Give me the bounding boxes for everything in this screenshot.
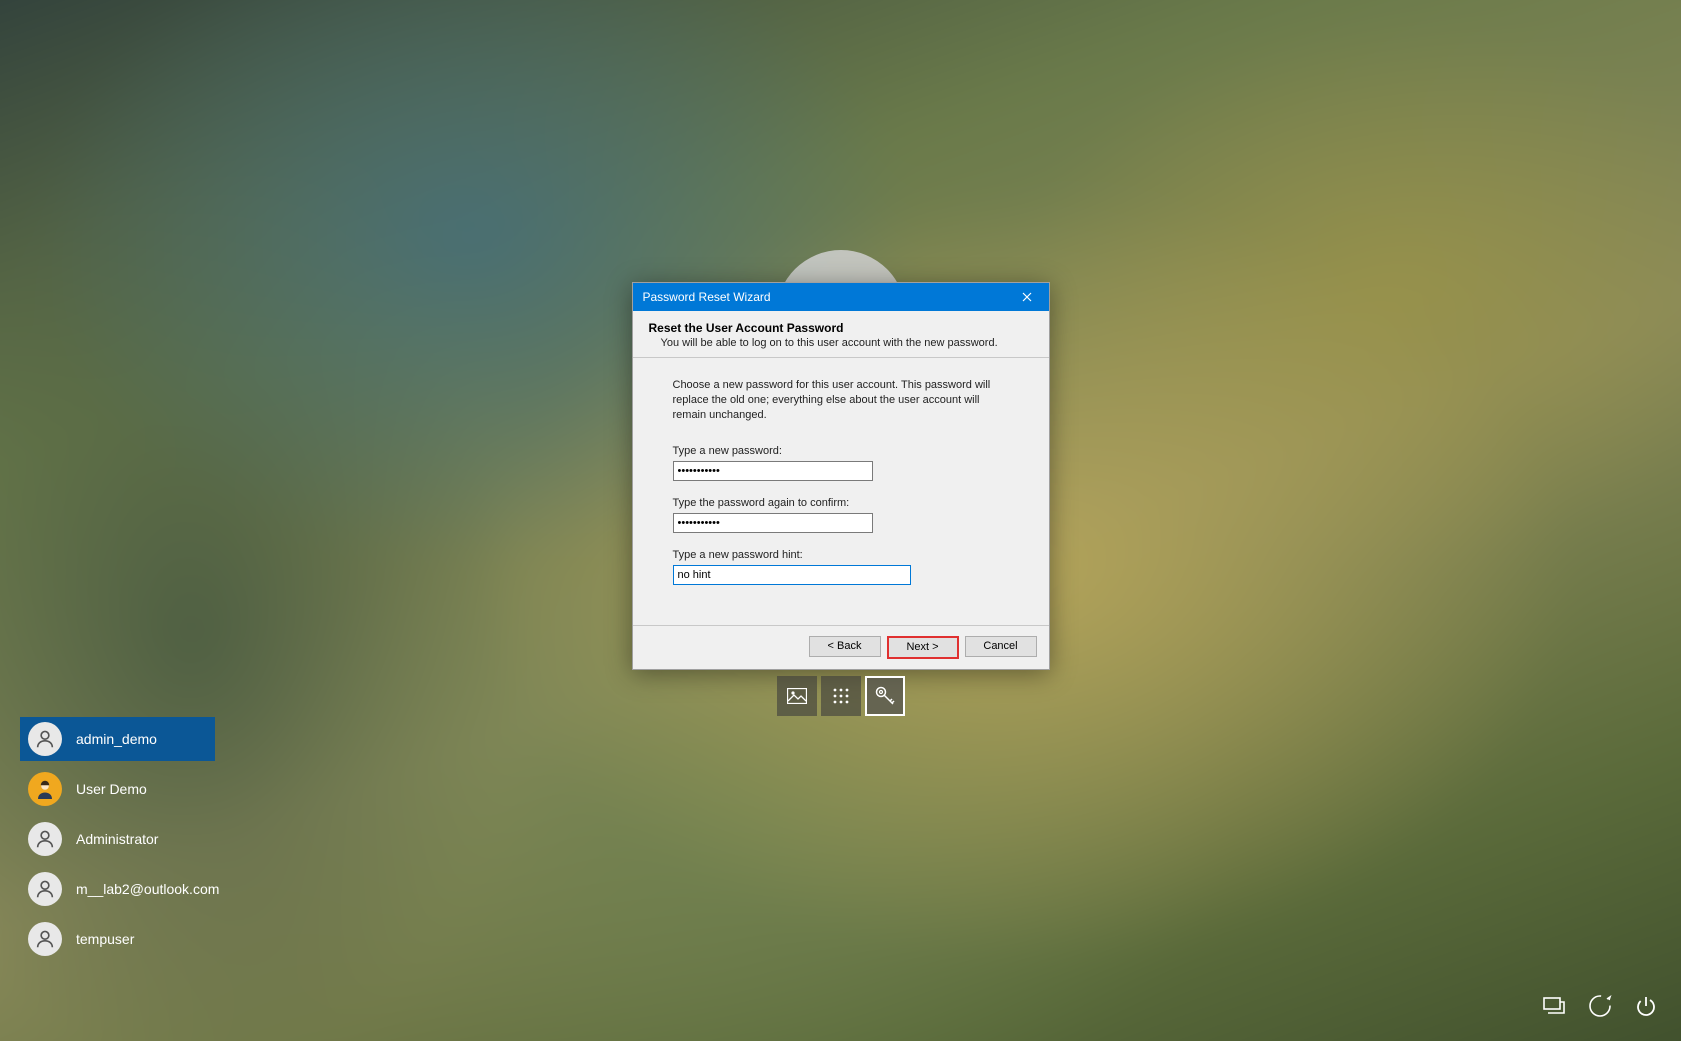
user-item-user-demo[interactable]: User Demo — [20, 767, 215, 811]
user-item-outlook[interactable]: m__lab2@outlook.com — [20, 867, 215, 911]
user-item-admin-demo[interactable]: admin_demo — [20, 717, 215, 761]
user-list: admin_demo User Demo Administrator m__la… — [20, 717, 215, 961]
network-icon — [1542, 996, 1566, 1016]
dialog-intro-text: Choose a new password for this user acco… — [673, 378, 1009, 423]
avatar — [28, 822, 62, 856]
dialog-footer: < Back Next > Cancel — [633, 625, 1049, 669]
dialog-header: Reset the User Account Password You will… — [633, 311, 1049, 358]
new-password-label: Type a new password: — [673, 445, 1009, 457]
user-item-administrator[interactable]: Administrator — [20, 817, 215, 861]
password-reset-wizard-dialog: Password Reset Wizard Reset the User Acc… — [632, 282, 1050, 670]
keypad-icon — [832, 687, 850, 705]
power-button[interactable] — [1633, 993, 1659, 1019]
dialog-titlebar[interactable]: Password Reset Wizard — [633, 283, 1049, 311]
user-name: Administrator — [76, 831, 158, 847]
person-icon — [34, 828, 56, 850]
person-icon — [34, 728, 56, 750]
dialog-header-subtitle: You will be able to log on to this user … — [661, 337, 1033, 349]
avatar — [28, 872, 62, 906]
dialog-body: Choose a new password for this user acco… — [633, 358, 1049, 625]
avatar — [28, 722, 62, 756]
ease-of-access-button[interactable] — [1587, 993, 1613, 1019]
dialog-header-title: Reset the User Account Password — [649, 321, 1033, 335]
user-name: User Demo — [76, 781, 147, 797]
user-name: m__lab2@outlook.com — [76, 881, 219, 897]
person-icon — [34, 878, 56, 900]
password-hint-label: Type a new password hint: — [673, 549, 1009, 561]
close-button[interactable] — [1005, 283, 1049, 311]
network-button[interactable] — [1541, 993, 1567, 1019]
confirm-password-input[interactable] — [673, 513, 873, 533]
user-name: admin_demo — [76, 731, 157, 747]
confirm-password-label: Type the password again to confirm: — [673, 497, 1009, 509]
dialog-title: Password Reset Wizard — [643, 290, 771, 304]
avatar — [28, 772, 62, 806]
picture-password-option[interactable] — [777, 676, 817, 716]
picture-icon — [787, 688, 807, 704]
back-button[interactable]: < Back — [809, 636, 881, 657]
pin-option[interactable] — [821, 676, 861, 716]
person-icon — [34, 928, 56, 950]
key-icon — [874, 685, 896, 707]
person-icon — [33, 777, 57, 801]
close-icon — [1022, 292, 1032, 302]
cancel-button[interactable]: Cancel — [965, 636, 1037, 657]
system-icons — [1541, 993, 1659, 1019]
power-icon — [1634, 994, 1658, 1018]
next-button[interactable]: Next > — [887, 636, 959, 659]
user-item-tempuser[interactable]: tempuser — [20, 917, 215, 961]
new-password-input[interactable] — [673, 461, 873, 481]
ease-of-access-icon — [1588, 994, 1612, 1018]
user-name: tempuser — [76, 931, 134, 947]
key-option[interactable] — [865, 676, 905, 716]
signin-options — [777, 676, 905, 716]
password-hint-input[interactable] — [673, 565, 911, 585]
avatar — [28, 922, 62, 956]
